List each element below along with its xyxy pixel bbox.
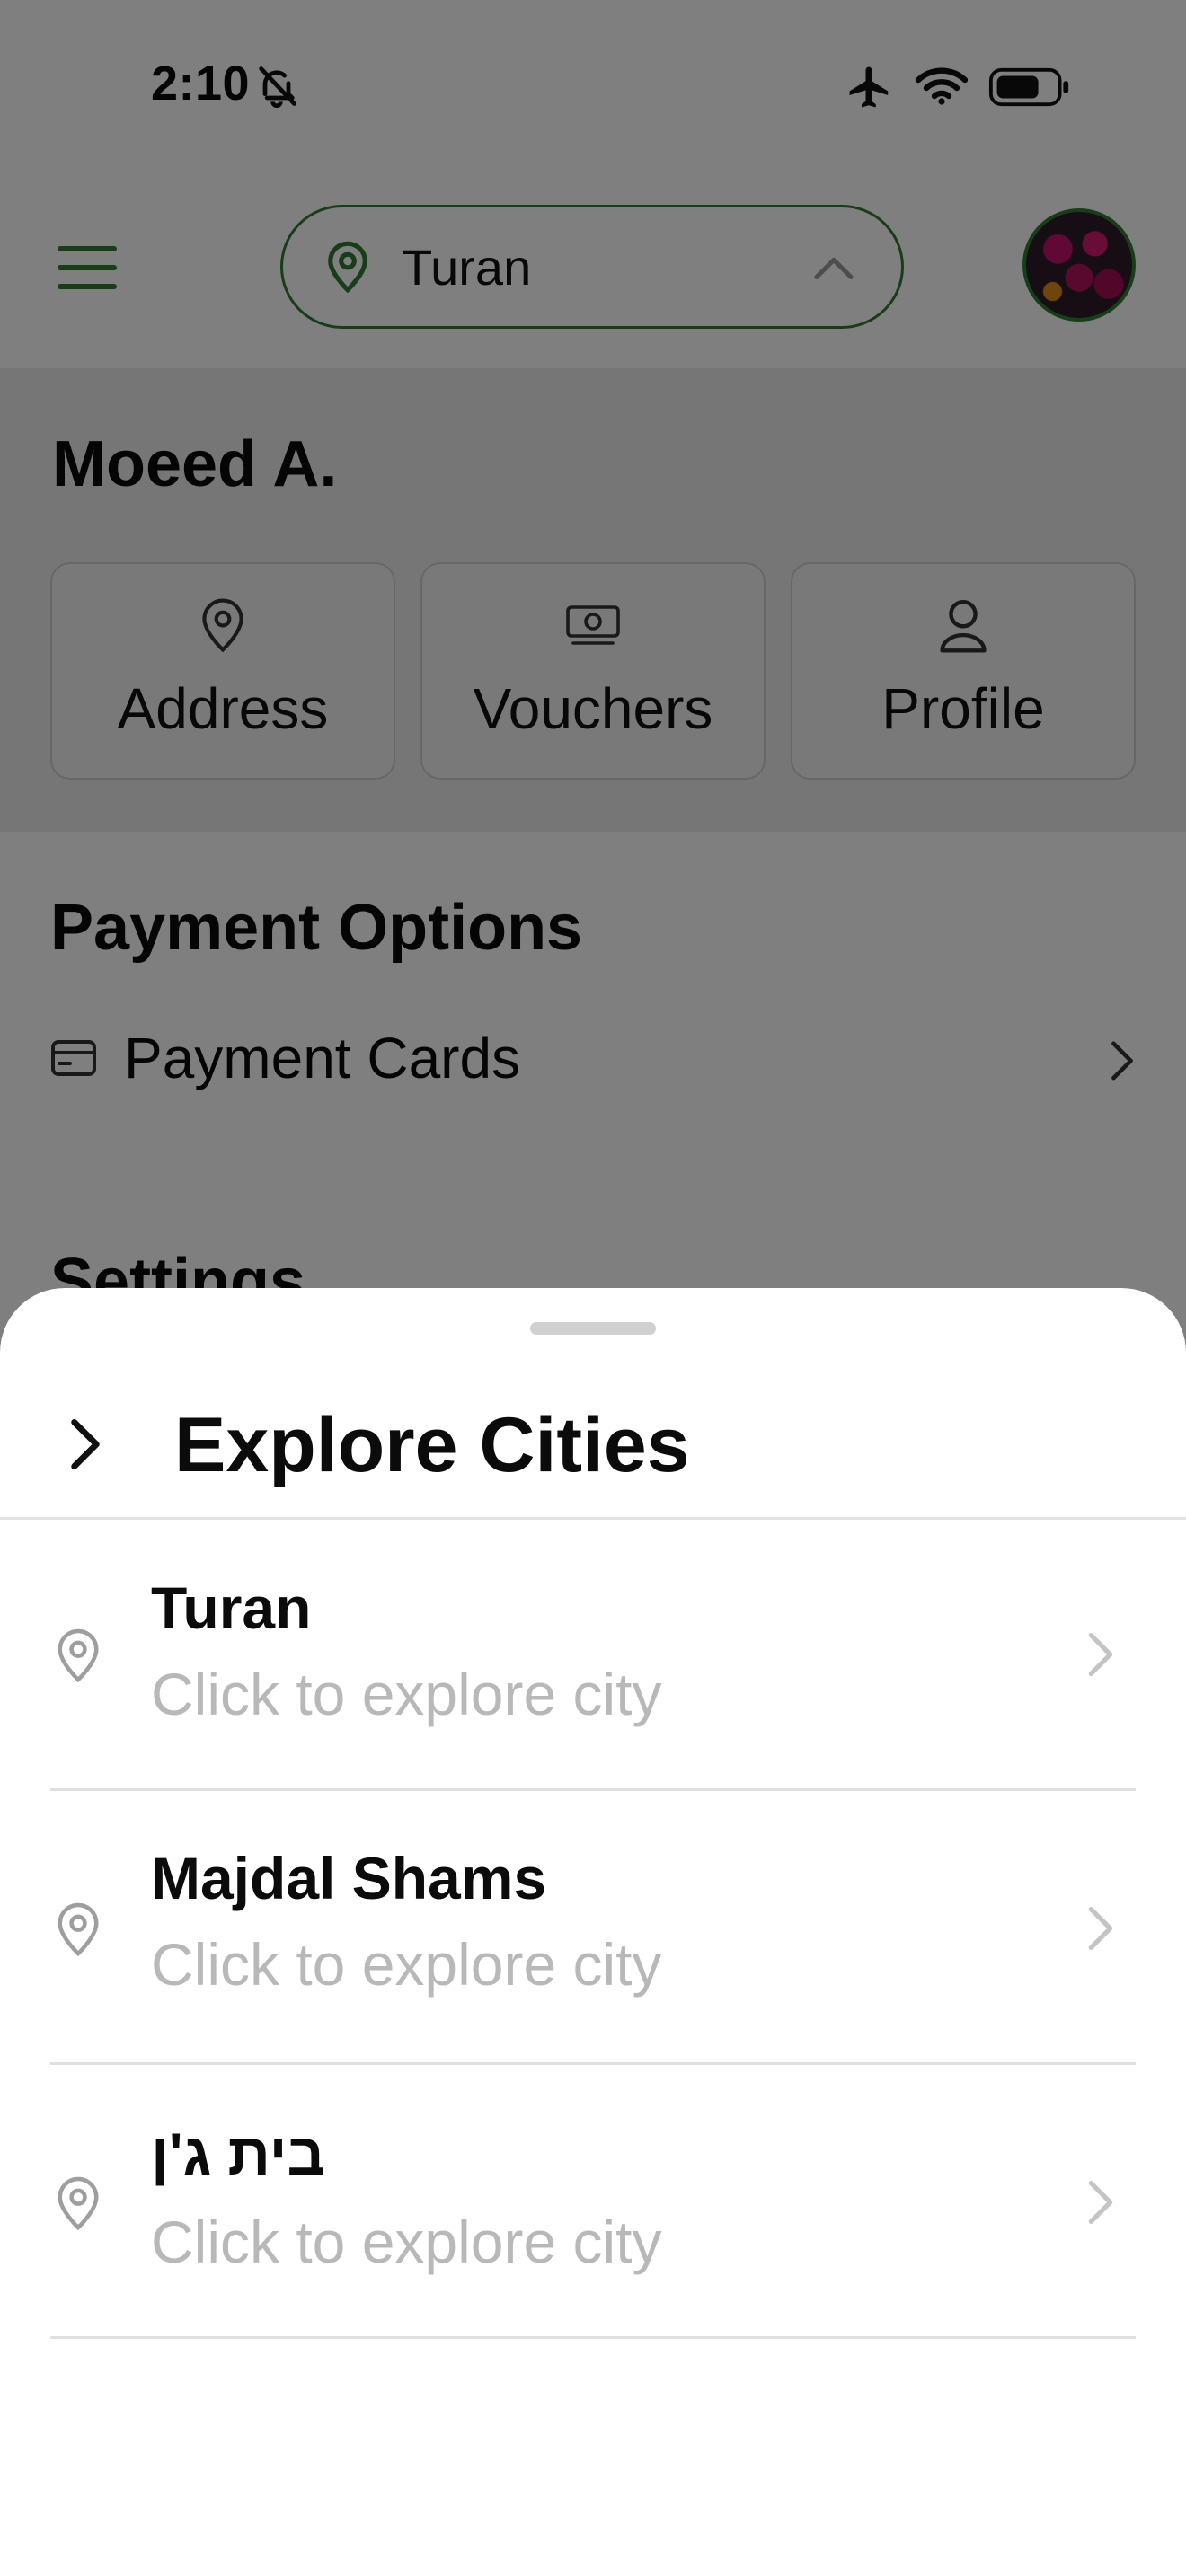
map-pin-icon bbox=[58, 1902, 99, 1957]
chevron-right-icon bbox=[1088, 1632, 1113, 1676]
city-item-majdal-shams[interactable]: Majdal Shams Click to explore city bbox=[50, 1794, 1136, 2065]
chevron-right-icon bbox=[1088, 1907, 1113, 1950]
chevron-right-icon bbox=[1088, 2181, 1113, 2224]
screen: 2:10 Turan bbox=[0, 0, 1186, 2576]
sheet-header: Explore Cities bbox=[0, 1360, 1186, 1520]
city-item-turan[interactable]: Turan Click to explore city bbox=[50, 1520, 1136, 1791]
city-item-beit-jann[interactable]: בית ג'ן Click to explore city bbox=[50, 2068, 1136, 2339]
sheet-grab-handle[interactable] bbox=[530, 1322, 656, 1335]
city-subtitle: Click to explore city bbox=[151, 1931, 662, 1998]
city-name: Turan bbox=[151, 1575, 312, 1641]
city-subtitle: Click to explore city bbox=[151, 2209, 662, 2275]
map-pin-icon bbox=[58, 2176, 99, 2231]
map-pin-icon bbox=[58, 1628, 99, 1683]
city-subtitle: Click to explore city bbox=[151, 1661, 662, 1727]
sheet-title: Explore Cities bbox=[174, 1402, 690, 1488]
chevron-right-icon[interactable] bbox=[63, 1416, 108, 1473]
explore-cities-sheet: Explore Cities Turan Click to explore ci… bbox=[0, 1288, 1186, 2576]
city-name: Majdal Shams bbox=[151, 1845, 547, 1911]
city-name: בית ג'ן bbox=[151, 2121, 325, 2187]
